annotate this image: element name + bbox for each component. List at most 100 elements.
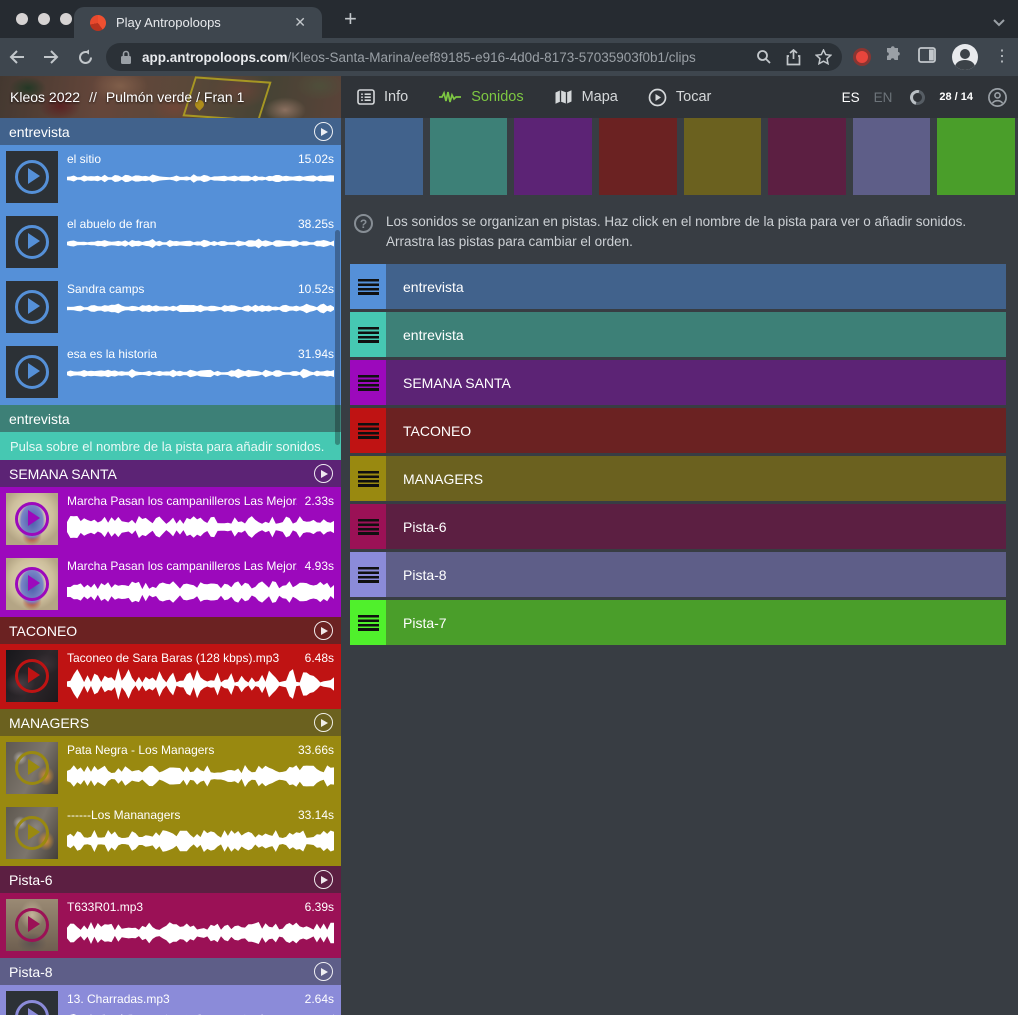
tab-search-chevron-icon[interactable] — [992, 14, 1006, 32]
sidebar-scrollbar[interactable] — [335, 230, 340, 445]
clip-thumbnail[interactable] — [6, 650, 58, 702]
track-color-swatch[interactable] — [345, 118, 423, 195]
clip-thumbnail[interactable] — [6, 346, 58, 398]
clip-thumbnail[interactable] — [6, 493, 58, 545]
section-header-pista-6[interactable]: Pista-6 — [0, 866, 341, 893]
clip-thumbnail[interactable] — [6, 216, 58, 268]
play-icon[interactable] — [15, 908, 49, 942]
track-row[interactable]: Pista-7 — [350, 600, 1006, 645]
play-icon[interactable] — [15, 160, 49, 194]
track-color-swatch[interactable] — [684, 118, 762, 195]
clip-item[interactable]: el sitio15.02s — [0, 145, 341, 210]
side-panel-icon[interactable] — [918, 47, 936, 68]
window-close-button[interactable] — [16, 13, 28, 25]
drag-handle[interactable] — [350, 408, 386, 453]
record-indicator-icon[interactable] — [856, 51, 868, 63]
track-color-swatch[interactable] — [937, 118, 1015, 195]
track-color-swatch[interactable] — [768, 118, 846, 195]
window-minimize-button[interactable] — [38, 13, 50, 25]
browser-tab[interactable]: Play Antropoloops ✕ — [74, 7, 322, 38]
play-icon[interactable] — [15, 290, 49, 324]
drag-handle[interactable] — [350, 552, 386, 597]
clip-item[interactable]: T633R01.mp36.39s — [0, 893, 341, 958]
track-name[interactable]: TACONEO — [386, 408, 1006, 453]
profile-avatar[interactable] — [952, 44, 978, 70]
clip-thumbnail[interactable] — [6, 281, 58, 333]
breadcrumb-project[interactable]: Kleos 2022 — [10, 89, 80, 105]
drag-handle[interactable] — [350, 360, 386, 405]
section-header-entrevista[interactable]: entrevista — [0, 118, 341, 145]
track-color-swatch[interactable] — [853, 118, 931, 195]
play-icon[interactable] — [15, 355, 49, 389]
share-icon[interactable] — [786, 49, 801, 66]
lang-en-button[interactable]: EN — [874, 90, 893, 105]
track-name[interactable]: SEMANA SANTA — [386, 360, 1006, 405]
nav-tab-info[interactable]: Info — [357, 89, 408, 105]
track-name[interactable]: Pista-8 — [386, 552, 1006, 597]
track-row[interactable]: TACONEO — [350, 408, 1006, 453]
section-play-button[interactable] — [314, 962, 333, 981]
track-name[interactable]: Pista-7 — [386, 600, 1006, 645]
clip-item[interactable]: el abuelo de fran38.25s — [0, 210, 341, 275]
play-icon[interactable] — [15, 225, 49, 259]
drag-handle[interactable] — [350, 456, 386, 501]
track-name[interactable]: MANAGERS — [386, 456, 1006, 501]
play-icon[interactable] — [15, 659, 49, 693]
account-icon[interactable] — [987, 87, 1008, 108]
track-row[interactable]: Pista-8 — [350, 552, 1006, 597]
forward-button[interactable] — [34, 49, 68, 65]
back-button[interactable] — [0, 49, 34, 65]
lang-es-button[interactable]: ES — [842, 90, 860, 105]
section-play-button[interactable] — [314, 713, 333, 732]
play-icon[interactable] — [15, 502, 49, 536]
section-header-semana-santa[interactable]: SEMANA SANTA — [0, 460, 341, 487]
clip-item[interactable]: Pata Negra - Los Managers33.66s — [0, 736, 341, 801]
clip-item[interactable]: 13. Charradas.mp32.64s — [0, 985, 341, 1015]
track-color-swatch[interactable] — [599, 118, 677, 195]
new-tab-button[interactable]: + — [336, 6, 365, 32]
drag-handle[interactable] — [350, 264, 386, 309]
play-icon[interactable] — [15, 751, 49, 785]
clip-thumbnail[interactable] — [6, 991, 58, 1015]
extensions-puzzle-icon[interactable] — [884, 46, 902, 69]
nav-tab-tocar[interactable]: Tocar — [648, 88, 711, 107]
tab-close-icon[interactable]: ✕ — [288, 12, 312, 33]
clip-thumbnail[interactable] — [6, 807, 58, 859]
drag-handle[interactable] — [350, 312, 386, 357]
section-header-entrevista-2[interactable]: entrevista — [0, 405, 341, 432]
track-row[interactable]: SEMANA SANTA — [350, 360, 1006, 405]
breadcrumb[interactable]: Kleos 2022 // Pulmón verde / Fran 1 — [0, 76, 341, 118]
track-color-swatch[interactable] — [430, 118, 508, 195]
clip-thumbnail[interactable] — [6, 742, 58, 794]
nav-tab-mapa[interactable]: Mapa — [554, 89, 618, 105]
reload-button[interactable] — [68, 49, 102, 66]
play-icon[interactable] — [15, 816, 49, 850]
clip-item[interactable]: Taconeo de Sara Baras (128 kbps).mp36.48… — [0, 644, 341, 709]
clip-thumbnail[interactable] — [6, 151, 58, 203]
track-name[interactable]: Pista-6 — [386, 504, 1006, 549]
drag-handle[interactable] — [350, 600, 386, 645]
zoom-page-icon[interactable] — [756, 49, 772, 65]
clip-thumbnail[interactable] — [6, 899, 58, 951]
track-row[interactable]: entrevista — [350, 312, 1006, 357]
track-name[interactable]: entrevista — [386, 264, 1006, 309]
clip-item[interactable]: Marcha Pasan los campanilleros Las Mejor… — [0, 552, 341, 617]
play-icon[interactable] — [15, 567, 49, 601]
section-play-button[interactable] — [314, 621, 333, 640]
track-row[interactable]: MANAGERS — [350, 456, 1006, 501]
track-color-swatch[interactable] — [514, 118, 592, 195]
clip-item[interactable]: Marcha Pasan los campanilleros Las Mejor… — [0, 487, 341, 552]
section-header-managers[interactable]: MANAGERS — [0, 709, 341, 736]
track-row[interactable]: entrevista — [350, 264, 1006, 309]
track-name[interactable]: entrevista — [386, 312, 1006, 357]
clip-item[interactable]: esa es la historia31.94s — [0, 340, 341, 405]
section-play-button[interactable] — [314, 122, 333, 141]
nav-tab-sonidos[interactable]: Sonidos — [438, 89, 523, 105]
section-play-button[interactable] — [314, 870, 333, 889]
clip-item[interactable]: Sandra camps10.52s — [0, 275, 341, 340]
play-icon[interactable] — [15, 1000, 49, 1015]
window-zoom-button[interactable] — [60, 13, 72, 25]
bookmark-star-icon[interactable] — [815, 49, 832, 65]
section-play-button[interactable] — [314, 464, 333, 483]
section-header-pista-8[interactable]: Pista-8 — [0, 958, 341, 985]
